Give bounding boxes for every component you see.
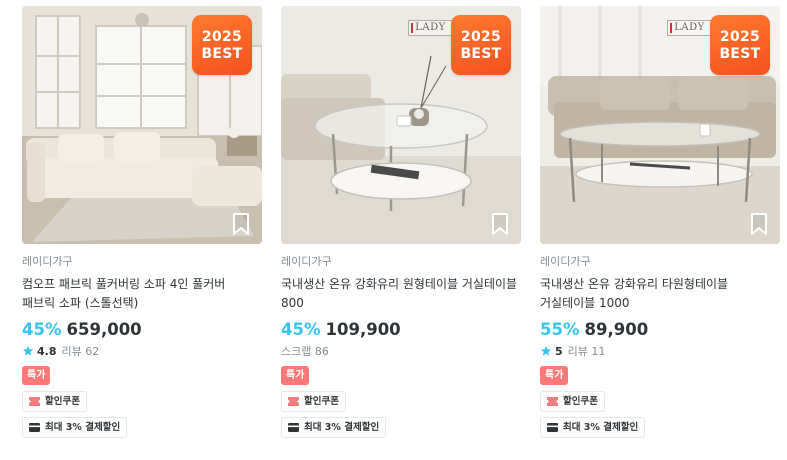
- sale-badge: 특가: [22, 366, 51, 385]
- best-badge-label: BEST: [201, 45, 243, 62]
- star-icon: [23, 346, 33, 356]
- seller-name[interactable]: 레이디가구: [540, 255, 780, 269]
- product-title[interactable]: 국내생산 온유 강화유리 타원형테이블 거실테이블 1000: [540, 275, 780, 312]
- payment-discount-chip: 최대 3% 결제할인: [281, 417, 387, 438]
- product-image[interactable]: LADY 2025 BEST: [281, 6, 521, 244]
- rating-value: 4.8: [37, 344, 57, 358]
- best-badge: 2025 BEST: [710, 15, 770, 75]
- card-icon: [547, 423, 558, 432]
- seller-name[interactable]: 레이디가구: [281, 255, 521, 269]
- coupon-label: 할인쿠폰: [563, 396, 598, 407]
- price: 109,900: [325, 320, 401, 339]
- product-card[interactable]: LADY 2025 BEST 레이디가구 국내생산 온유 강화유리 원형테이블 …: [281, 6, 521, 438]
- product-card[interactable]: 2025 BEST 레이디가구 컴오프 패브릭 풀커버링 소파 4인 풀커버 패…: [22, 6, 262, 438]
- brand-logo-mark: [411, 23, 416, 33]
- price-row: 45% 109,900: [281, 320, 521, 339]
- coupon-icon: [29, 397, 40, 406]
- product-card[interactable]: LADY 2025 BEST 레이디가구 국내생산 온유 강화유리 타원형테이블…: [540, 6, 780, 438]
- best-badge: 2025 BEST: [451, 15, 511, 75]
- price-row: 45% 659,000: [22, 320, 262, 339]
- brand-logo-mark: [670, 23, 675, 33]
- product-image[interactable]: 2025 BEST: [22, 6, 262, 244]
- product-image[interactable]: LADY 2025 BEST: [540, 6, 780, 244]
- product-title[interactable]: 국내생산 온유 강화유리 원형테이블 거실테이블 800: [281, 275, 521, 312]
- card-icon: [288, 423, 299, 432]
- scrap-count: 스크랩 86: [281, 345, 329, 358]
- best-badge-label: BEST: [719, 45, 761, 62]
- price: 89,900: [584, 320, 649, 339]
- brand-watermark-text: LADY: [674, 22, 705, 33]
- best-badge: 2025 BEST: [192, 15, 252, 75]
- payment-discount-label: 최대 3% 결제할인: [304, 422, 380, 433]
- product-title[interactable]: 컴오프 패브릭 풀커버링 소파 4인 풀커버 패브릭 소파 (스톨선택): [22, 275, 262, 312]
- brand-watermark-text: LADY: [415, 22, 446, 33]
- rating-value: 5: [555, 344, 563, 358]
- card-icon: [29, 423, 40, 432]
- coupon-icon: [288, 397, 299, 406]
- bookmark-icon[interactable]: [489, 212, 511, 236]
- seller-name[interactable]: 레이디가구: [22, 255, 262, 269]
- coupon-chip: 할인쿠폰: [22, 391, 87, 412]
- best-badge-label: BEST: [460, 45, 502, 62]
- star-icon: [541, 346, 551, 356]
- price: 659,000: [66, 320, 142, 339]
- sale-badge: 특가: [281, 366, 310, 385]
- payment-discount-label: 최대 3% 결제할인: [45, 422, 121, 433]
- coupon-chip: 할인쿠폰: [281, 391, 346, 412]
- bookmark-icon[interactable]: [230, 212, 252, 236]
- payment-discount-chip: 최대 3% 결제할인: [22, 417, 128, 438]
- price-row: 55% 89,900: [540, 320, 780, 339]
- payment-discount-label: 최대 3% 결제할인: [563, 422, 639, 433]
- bookmark-icon[interactable]: [748, 212, 770, 236]
- review-count: 리뷰 62: [61, 345, 100, 358]
- best-badge-year: 2025: [201, 28, 243, 45]
- discount-rate: 45%: [22, 320, 62, 339]
- brand-watermark: LADY: [408, 20, 453, 36]
- discount-rate: 55%: [540, 320, 580, 339]
- discount-rate: 45%: [281, 320, 321, 339]
- coupon-icon: [547, 397, 558, 406]
- sale-badge: 특가: [540, 366, 569, 385]
- coupon-label: 할인쿠폰: [45, 396, 80, 407]
- coupon-chip: 할인쿠폰: [540, 391, 605, 412]
- best-badge-year: 2025: [460, 28, 502, 45]
- payment-discount-chip: 최대 3% 결제할인: [540, 417, 646, 438]
- product-grid: 2025 BEST 레이디가구 컴오프 패브릭 풀커버링 소파 4인 풀커버 패…: [0, 0, 787, 460]
- rating-row: 4.8 리뷰 62: [22, 343, 262, 359]
- best-badge-year: 2025: [719, 28, 761, 45]
- brand-watermark: LADY: [667, 20, 712, 36]
- review-count: 리뷰 11: [567, 345, 606, 358]
- scrap-row: 스크랩 86: [281, 343, 521, 359]
- rating-row: 5 리뷰 11: [540, 343, 780, 359]
- coupon-label: 할인쿠폰: [304, 396, 339, 407]
